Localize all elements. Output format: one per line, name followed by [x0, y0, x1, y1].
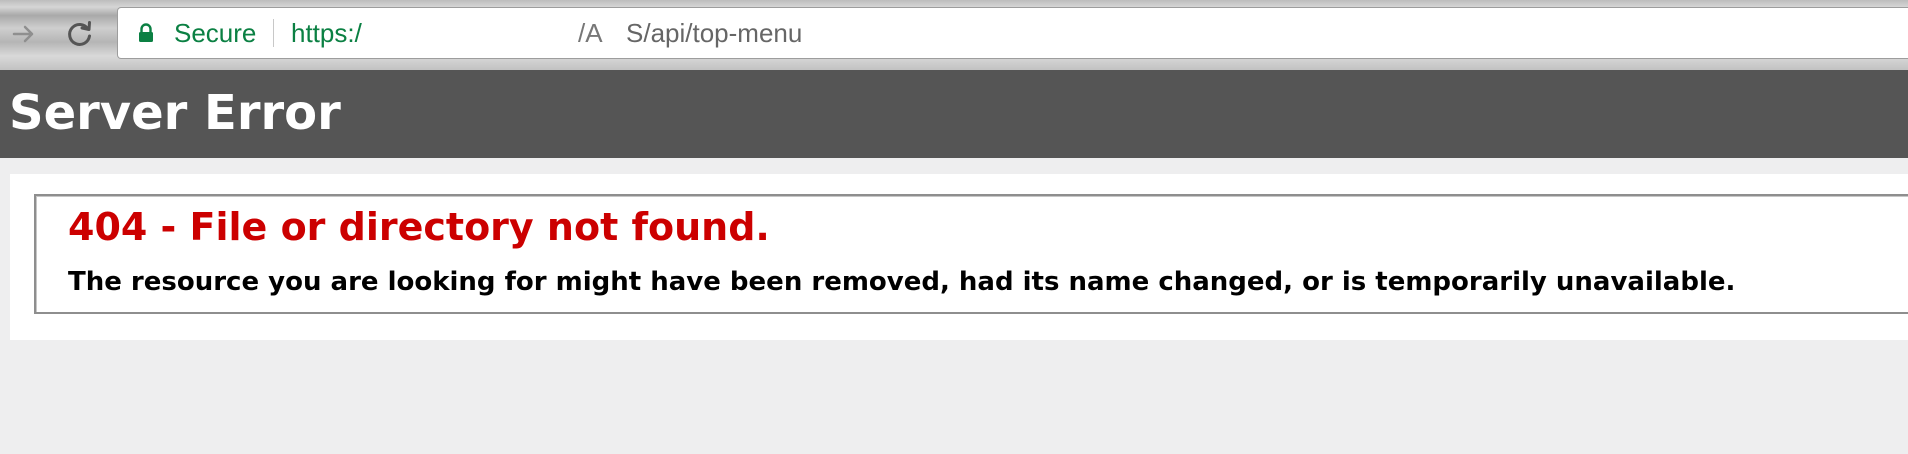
reload-icon [68, 21, 91, 46]
forward-button[interactable] [4, 14, 44, 54]
lock-icon[interactable] [136, 23, 156, 43]
error-description: The resource you are looking for might h… [68, 267, 1736, 297]
omnibox-divider [273, 19, 274, 47]
error-fieldset: 404 - File or directory not found. The r… [34, 194, 1908, 314]
url-path[interactable]: S/api/top-menu [626, 19, 802, 47]
address-bar[interactable]: Secure https:/ /A S/api/top-menu [118, 8, 1908, 58]
content-panel: 404 - File or directory not found. The r… [10, 174, 1908, 340]
reload-button[interactable] [60, 14, 100, 54]
error-title: 404 - File or directory not found. [68, 205, 770, 249]
url-scheme[interactable]: https:/ [291, 19, 362, 47]
arrow-right-icon [12, 25, 34, 43]
browser-toolbar: Secure https:/ /A S/api/top-menu [0, 0, 1908, 70]
page-title: Server Error [9, 85, 341, 141]
page-header: Server Error [0, 70, 1908, 158]
url-fragment[interactable]: /A [578, 19, 603, 47]
secure-label[interactable]: Secure [174, 19, 256, 47]
